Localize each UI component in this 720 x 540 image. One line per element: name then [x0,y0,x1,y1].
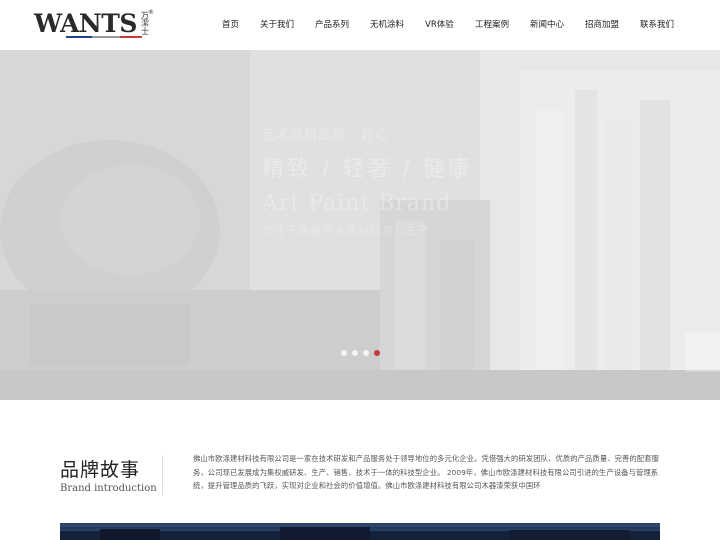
nav-item-vr[interactable]: VR体验 [425,18,454,30]
nav-item-news[interactable]: 新闻中心 [530,18,564,30]
nav-item-products[interactable]: 产品系列 [315,18,349,30]
nav-item-about[interactable]: 关于我们 [260,18,294,30]
logo-bar-gray [92,36,120,38]
carousel-dot-4[interactable] [374,350,380,356]
brand-photo-banner [60,523,660,540]
logo-registered-mark: ® [148,9,154,16]
nav-item-franchise[interactable]: 招商加盟 [585,18,619,30]
brand-story-subtitle: Brand introduction [60,483,157,494]
logo-wordmark: WANTS [34,9,137,38]
brand-photo-art [60,523,660,540]
nav-item-inorganic-paint[interactable]: 无机涂料 [370,18,404,30]
carousel-dot-3[interactable] [363,350,369,356]
brand-logo[interactable]: WANTS 万潔士 ® [34,9,160,42]
hero-line-2: 精致 / 轻奢 / 健康 [262,157,473,182]
brand-story-title: 品牌故事 [60,459,141,481]
brand-story-paragraph: 佛山市欧涤建材科技有限公司是一家在技术研发和产品服务处于领导地位的多元化企业。凭… [193,454,659,490]
hero-side-panel [685,332,720,372]
nav-item-contact[interactable]: 联系我们 [640,18,674,30]
carousel-dot-2[interactable] [352,350,358,356]
logo-bar-red [120,36,142,38]
logo-bar-blue [66,36,92,38]
carousel-dot-1[interactable] [341,350,347,356]
brand-divider [162,455,163,495]
hero-line-1: 艺术涂料品牌 · 匠心 [262,128,390,143]
site-header: WANTS 万潔士 ® 首页 关于我们 产品系列 无机涂料 VR体验 工程案例 … [0,0,720,50]
hero-line-4: 专注于高端艺术涂料研发与生产 [262,224,430,237]
hero-banner[interactable]: 艺术涂料品牌 · 匠心 精致 / 轻奢 / 健康 Art Paint Brand… [0,50,720,400]
nav-item-home[interactable]: 首页 [222,18,239,30]
hero-line-3: Art Paint Brand [262,191,452,216]
nav-item-cases[interactable]: 工程案例 [475,18,509,30]
